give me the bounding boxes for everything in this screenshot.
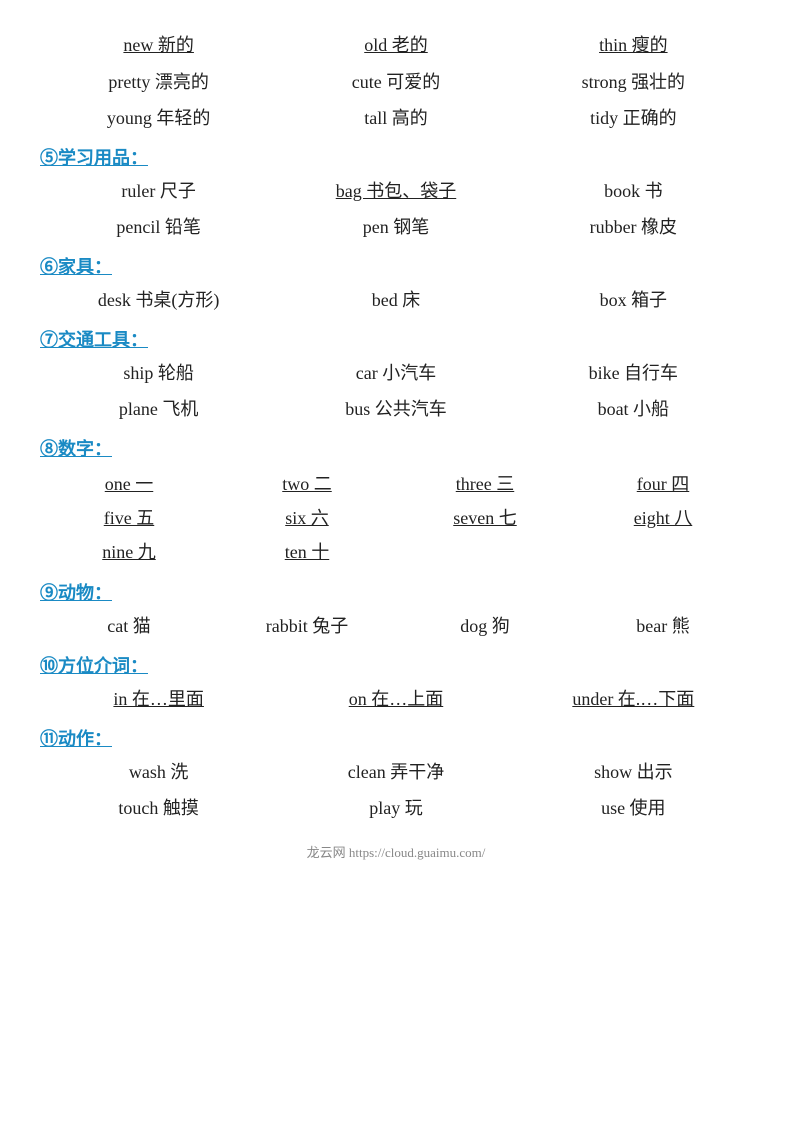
word-bike: bike 自行车 <box>515 358 752 389</box>
section11-row1: wash 洗 clean 弄干净 show 出示 <box>40 757 752 788</box>
adj-new: new 新的 <box>40 30 277 61</box>
word-wash: wash 洗 <box>40 757 277 788</box>
word-touch: touch 触摸 <box>40 793 277 824</box>
footer-text: 龙云网 https://cloud.guaimu.com/ <box>40 842 752 861</box>
word-pencil: pencil 铅笔 <box>40 212 277 243</box>
section5-header: ⑤学习用品： <box>40 144 752 170</box>
section8-header: ⑧数字： <box>40 435 752 461</box>
word-boat: boat 小船 <box>515 394 752 425</box>
num-seven: seven 七 <box>396 501 574 535</box>
adj-young: young 年轻的 <box>40 103 277 134</box>
word-bus: bus 公共汽车 <box>277 394 514 425</box>
adjectives-row1: new 新的 old 老的 thin 瘦的 <box>40 30 752 61</box>
num-nine: nine 九 <box>40 535 218 569</box>
num-empty2 <box>574 535 752 569</box>
word-bag: bag 书包、袋子 <box>277 176 514 207</box>
word-ship: ship 轮船 <box>40 358 277 389</box>
word-pen: pen 钢笔 <box>277 212 514 243</box>
adj-tall: tall 高的 <box>277 103 514 134</box>
word-play: play 玩 <box>277 793 514 824</box>
num-eight: eight 八 <box>574 501 752 535</box>
num-five: five 五 <box>40 501 218 535</box>
word-cat: cat 猫 <box>40 611 218 642</box>
section10-header: ⑩方位介词： <box>40 652 752 678</box>
word-book: book 书 <box>515 176 752 207</box>
num-six: six 六 <box>218 501 396 535</box>
section9-header: ⑨动物： <box>40 579 752 605</box>
word-plane: plane 飞机 <box>40 394 277 425</box>
section11-row2: touch 触摸 play 玩 use 使用 <box>40 793 752 824</box>
word-clean: clean 弄干净 <box>277 757 514 788</box>
adjectives-row3: young 年轻的 tall 高的 tidy 正确的 <box>40 103 752 134</box>
section5-row1: ruler 尺子 bag 书包、袋子 book 书 <box>40 176 752 207</box>
section11-header: ⑪动作： <box>40 725 752 751</box>
word-rubber: rubber 橡皮 <box>515 212 752 243</box>
num-four: four 四 <box>574 467 752 501</box>
section5-row2: pencil 铅笔 pen 钢笔 rubber 橡皮 <box>40 212 752 243</box>
adj-strong: strong 强壮的 <box>515 67 752 98</box>
word-box: box 箱子 <box>515 285 752 316</box>
adj-pretty: pretty 漂亮的 <box>40 67 277 98</box>
word-dog: dog 狗 <box>396 611 574 642</box>
word-desk: desk 书桌(方形) <box>40 285 277 316</box>
word-in: in 在…里面 <box>40 684 277 715</box>
word-bear: bear 熊 <box>574 611 752 642</box>
num-one: one 一 <box>40 467 218 501</box>
word-bed: bed 床 <box>277 285 514 316</box>
adj-old: old 老的 <box>277 30 514 61</box>
word-use: use 使用 <box>515 793 752 824</box>
adj-thin: thin 瘦的 <box>515 30 752 61</box>
section7-row2: plane 飞机 bus 公共汽车 boat 小船 <box>40 394 752 425</box>
num-three: three 三 <box>396 467 574 501</box>
word-ruler: ruler 尺子 <box>40 176 277 207</box>
numbers-grid: one 一 two 二 three 三 four 四 five 五 six 六 … <box>40 467 752 570</box>
section10-row1: in 在…里面 on 在…上面 under 在.…下面 <box>40 684 752 715</box>
num-two: two 二 <box>218 467 396 501</box>
section6-header: ⑥家具： <box>40 253 752 279</box>
word-car: car 小汽车 <box>277 358 514 389</box>
adj-tidy: tidy 正确的 <box>515 103 752 134</box>
adj-cute: cute 可爱的 <box>277 67 514 98</box>
adjectives-row2: pretty 漂亮的 cute 可爱的 strong 强壮的 <box>40 67 752 98</box>
word-rabbit: rabbit 兔子 <box>218 611 396 642</box>
section9-row1: cat 猫 rabbit 兔子 dog 狗 bear 熊 <box>40 611 752 642</box>
section6-row1: desk 书桌(方形) bed 床 box 箱子 <box>40 285 752 316</box>
section7-header: ⑦交通工具： <box>40 326 752 352</box>
num-ten: ten 十 <box>218 535 396 569</box>
word-on: on 在…上面 <box>277 684 514 715</box>
num-empty1 <box>396 535 574 569</box>
section7-row1: ship 轮船 car 小汽车 bike 自行车 <box>40 358 752 389</box>
word-show: show 出示 <box>515 757 752 788</box>
word-under: under 在.…下面 <box>515 684 752 715</box>
